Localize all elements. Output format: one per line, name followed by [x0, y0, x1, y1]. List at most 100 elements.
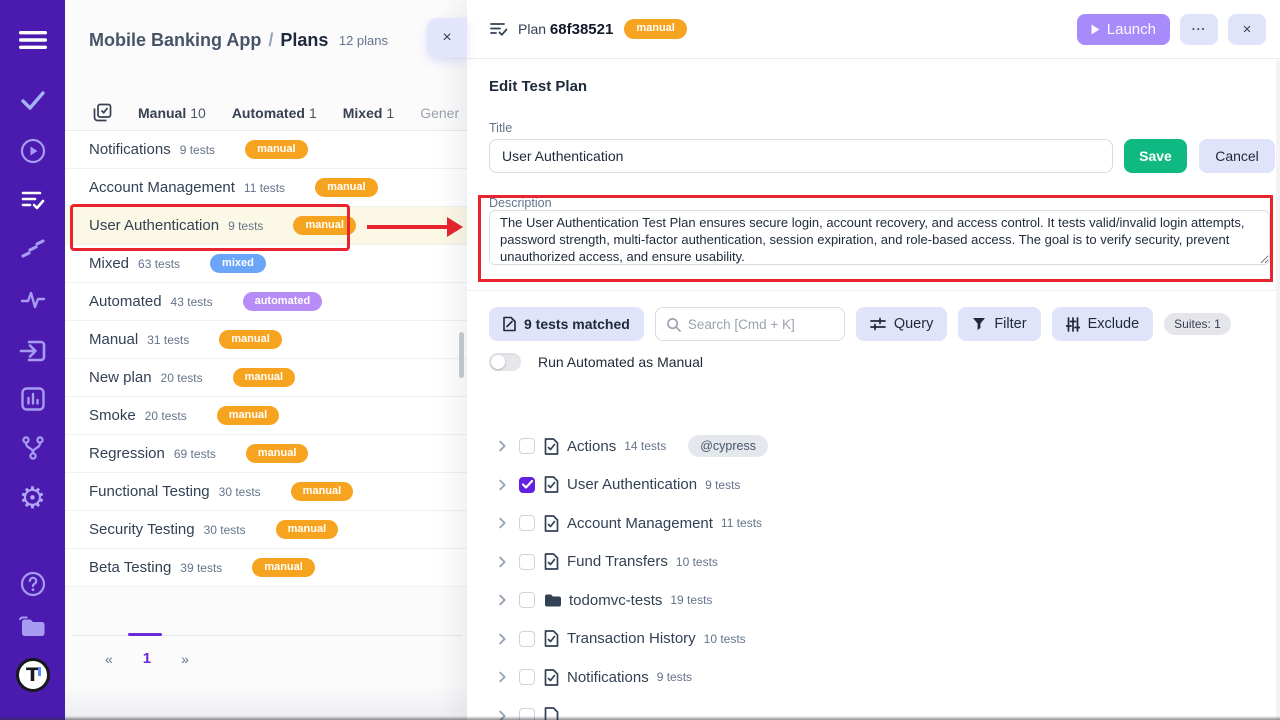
plans-scrollbar[interactable] — [459, 332, 464, 378]
toggle-label: Run Automated as Manual — [538, 354, 703, 370]
file-check-icon — [544, 707, 559, 720]
pagination: « 1 » — [65, 650, 467, 667]
plan-row[interactable]: Regression69 testsmanual — [65, 435, 467, 473]
chevron-right-icon[interactable] — [495, 439, 509, 453]
tests-matched-button[interactable]: 9 tests matched — [489, 307, 644, 341]
suite-row-selected[interactable]: User Authentication 9 tests — [467, 466, 1280, 505]
git-branch-icon[interactable] — [20, 435, 46, 461]
tab-manual[interactable]: Manual10 — [138, 105, 206, 121]
run-automated-toggle[interactable] — [489, 353, 521, 371]
testomat-logo[interactable]: T — [16, 658, 50, 692]
cancel-button[interactable]: Cancel — [1199, 139, 1275, 173]
chevron-right-icon[interactable] — [495, 593, 509, 607]
suite-row[interactable]: Notifications 9 tests — [467, 658, 1280, 697]
tab-mixed[interactable]: Mixed1 — [343, 105, 394, 121]
pagination-page-1[interactable]: 1 — [143, 650, 151, 667]
run-import-icon[interactable] — [19, 338, 47, 364]
search-box[interactable] — [655, 307, 845, 341]
suite-checkbox[interactable] — [519, 631, 535, 647]
query-button[interactable]: Query — [856, 307, 948, 341]
suite-row[interactable]: Fund Transfers 10 tests — [467, 543, 1280, 582]
plan-row[interactable]: Beta Testing39 testsmanual — [65, 549, 467, 587]
help-icon[interactable] — [20, 571, 46, 597]
project-title: Mobile Banking App — [89, 30, 261, 50]
search-input[interactable] — [688, 317, 834, 332]
drawer-scrollbar[interactable] — [1276, 60, 1280, 720]
plan-row[interactable]: New plan20 testsmanual — [65, 359, 467, 397]
suite-checkbox[interactable] — [519, 515, 535, 531]
launch-button[interactable]: Launch — [1077, 14, 1170, 45]
menu-icon[interactable] — [19, 28, 47, 52]
playlist-check-icon[interactable] — [20, 188, 46, 212]
file-edit-icon — [503, 316, 516, 332]
plan-row[interactable]: Smoke20 testsmanual — [65, 397, 467, 435]
plan-row[interactable]: Mixed63 testsmixed — [65, 245, 467, 283]
plan-row[interactable]: Functional Testing30 testsmanual — [65, 473, 467, 511]
pagination-prev[interactable]: « — [105, 651, 113, 667]
save-button[interactable]: Save — [1124, 139, 1187, 173]
suite-checkbox[interactable] — [519, 592, 535, 608]
description-label: Description — [489, 196, 552, 210]
plan-row[interactable]: Notifications9 testsmanual — [65, 131, 467, 169]
suite-row-partial[interactable] — [467, 697, 1280, 720]
toggle-knob — [491, 355, 505, 369]
suite-row[interactable]: Account Management 11 tests — [467, 504, 1280, 543]
plan-type-badge: manual — [624, 19, 687, 38]
plan-row[interactable]: Manual31 testsmanual — [65, 321, 467, 359]
close-icon: × — [1243, 21, 1252, 38]
drawer-close-button[interactable]: × — [1228, 14, 1266, 45]
chevron-right-icon[interactable] — [495, 478, 509, 492]
page-title: Edit Test Plan — [489, 78, 587, 95]
check-icon[interactable] — [20, 88, 46, 112]
plan-row[interactable]: Account Management11 testsmanual — [65, 169, 467, 207]
file-check-icon — [544, 515, 559, 532]
plan-id: Plan 68f38521 — [518, 21, 613, 38]
suites-count-badge: Suites: 1 — [1164, 313, 1231, 335]
status-badge: manual — [291, 482, 354, 501]
suite-checkbox[interactable] — [519, 669, 535, 685]
file-check-icon — [544, 669, 559, 686]
folder-icon[interactable] — [18, 614, 48, 640]
suite-list: Actions 14 tests @cypress User Authentic… — [467, 427, 1280, 720]
more-button[interactable]: ... — [1180, 14, 1218, 45]
suite-checkbox[interactable] — [519, 438, 535, 454]
suite-row[interactable]: Actions 14 tests @cypress — [467, 427, 1280, 466]
bar-chart-icon[interactable] — [20, 386, 46, 412]
plan-row[interactable]: Security Testing30 testsmanual — [65, 511, 467, 549]
play-circle-icon[interactable] — [20, 138, 46, 164]
plan-row[interactable]: Automated43 testsautomated — [65, 283, 467, 321]
description-textarea[interactable]: The User Authentication Test Plan ensure… — [489, 210, 1270, 265]
chevron-right-icon[interactable] — [495, 555, 509, 569]
title-input[interactable] — [489, 139, 1113, 173]
suite-checkbox[interactable] — [519, 554, 535, 570]
drawer-edge-close-button[interactable]: × — [427, 18, 467, 57]
file-check-icon — [544, 630, 559, 647]
ellipsis-icon: ... — [1192, 19, 1207, 33]
activity-icon[interactable] — [20, 288, 46, 312]
suite-checkbox[interactable] — [519, 708, 535, 720]
file-check-icon — [544, 476, 559, 493]
suite-checkbox-checked[interactable] — [519, 477, 535, 493]
chevron-right-icon[interactable] — [495, 516, 509, 530]
suite-row[interactable]: todomvc-tests 19 tests — [467, 581, 1280, 620]
pagination-next[interactable]: » — [181, 651, 189, 667]
settings-gear-icon[interactable]: ⚙ — [19, 484, 46, 514]
exclude-button[interactable]: Exclude — [1052, 307, 1154, 341]
steps-icon[interactable] — [20, 237, 46, 261]
file-check-icon — [544, 438, 559, 455]
select-all-icon[interactable] — [93, 103, 112, 122]
tab-general-truncated[interactable]: Gener — [420, 105, 459, 121]
plan-list: Notifications9 testsmanual Account Manag… — [65, 131, 467, 587]
status-badge: manual — [293, 216, 356, 235]
status-badge: manual — [246, 444, 309, 463]
section-divider — [467, 290, 1280, 291]
chevron-right-icon[interactable] — [495, 709, 509, 720]
chevron-right-icon[interactable] — [495, 670, 509, 684]
filter-button[interactable]: Filter — [958, 307, 1040, 341]
status-badge: manual — [233, 368, 296, 387]
section-title: Plans — [280, 30, 328, 50]
tab-automated[interactable]: Automated1 — [232, 105, 317, 121]
suite-row[interactable]: Transaction History 10 tests — [467, 620, 1280, 659]
plan-row-selected[interactable]: User Authentication9 testsmanual — [65, 207, 467, 245]
chevron-right-icon[interactable] — [495, 632, 509, 646]
